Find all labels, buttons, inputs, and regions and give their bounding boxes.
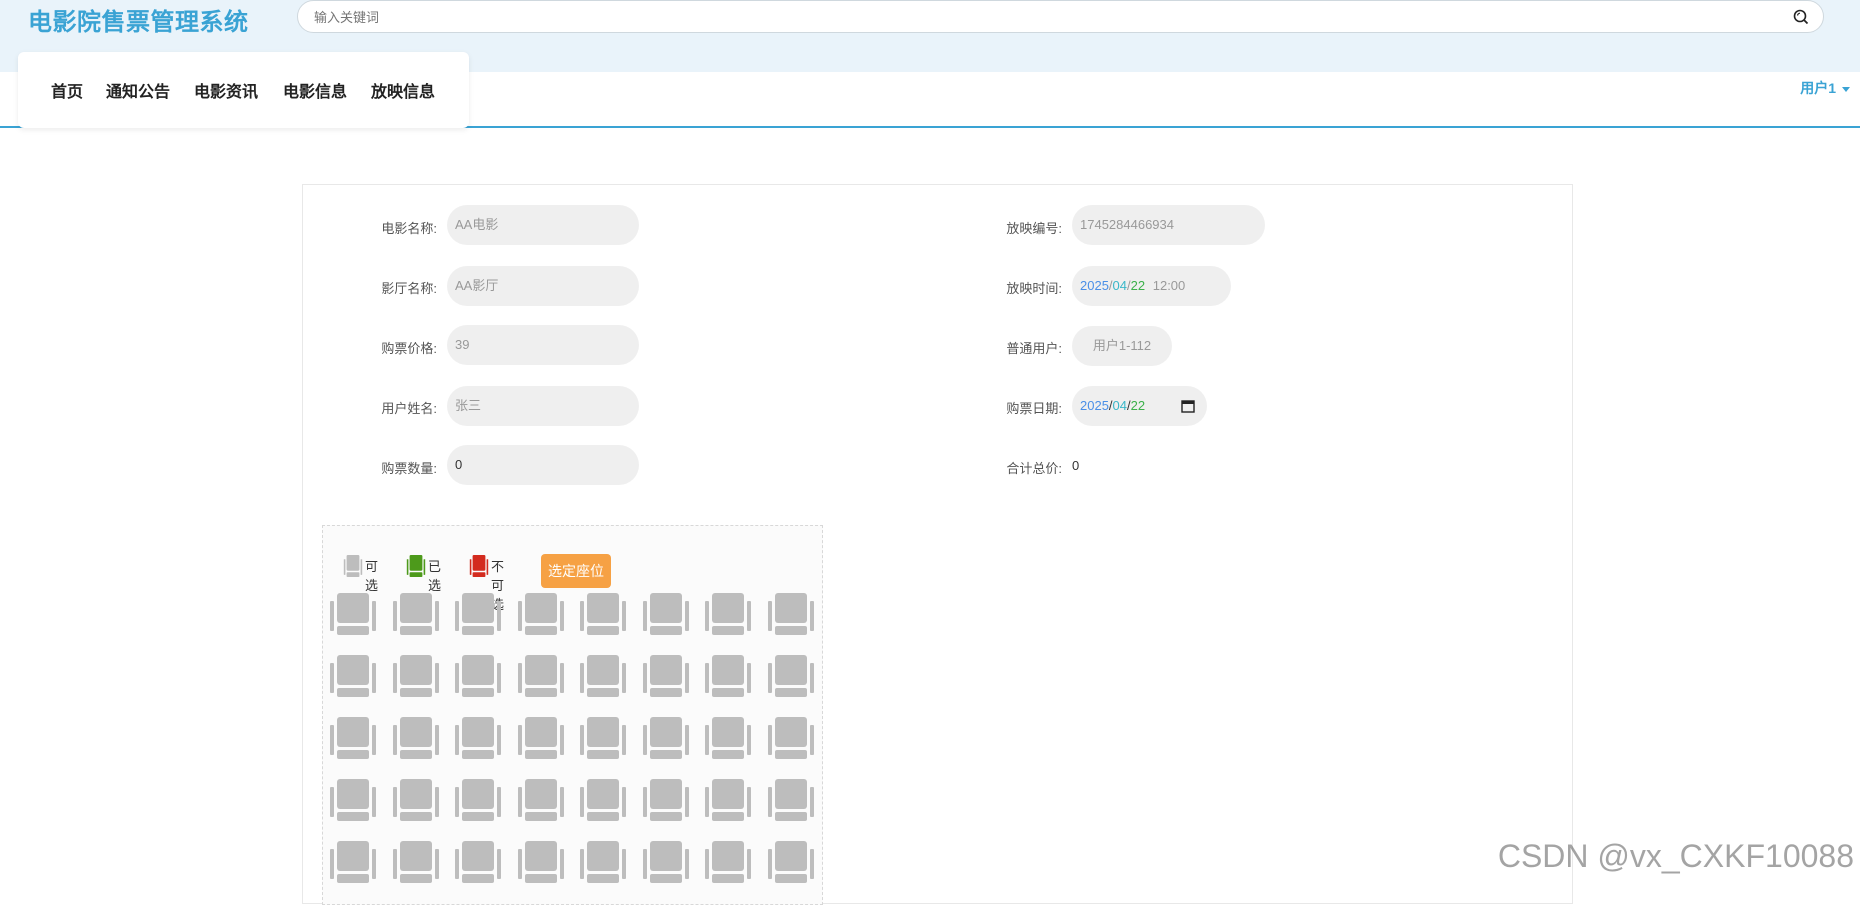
label-quantity: 购票数量: [381,461,437,476]
seat-2-1[interactable] [328,653,378,699]
seat-3-2[interactable] [391,715,441,761]
legend-available-label: 可选 [365,559,379,593]
label-screening-time: 放映时间: [1006,281,1062,296]
nav-bar [0,52,1860,128]
seat-2-6[interactable] [641,653,691,699]
label-screening-id: 放映编号: [1006,221,1062,236]
watermark: CSDN @vx_CXKF10088 [1497,838,1854,874]
seat-1-4[interactable] [516,591,566,637]
regular-user-field[interactable]: 用户1-112 [1072,326,1172,366]
nav-item-screenings[interactable]: 放映信息 [371,78,435,102]
seat-4-1[interactable] [328,777,378,823]
search-input[interactable] [312,7,1782,27]
nav-item-movies[interactable]: 电影信息 [283,78,347,102]
calendar-icon[interactable] [1179,398,1197,415]
seat-3-1[interactable] [328,715,378,761]
seat-1-3[interactable] [453,591,503,637]
seat-unavailable-icon [469,555,489,577]
seat-5-2[interactable] [391,839,441,885]
seat-1-7[interactable] [703,591,753,637]
movie-name-field[interactable]: AA电影 [447,205,639,245]
purchase-day: 22 [1130,398,1146,413]
seat-2-8[interactable] [766,653,816,699]
screening-id-field[interactable]: 1745284466934 [1072,205,1265,245]
screening-day: 22 [1130,278,1146,293]
seat-4-8[interactable] [766,777,816,823]
hall-name-field[interactable]: AA影厅 [447,266,639,306]
purchase-year: 2025 [1080,398,1109,413]
seat-3-4[interactable] [516,715,566,761]
label-price: 购票价格: [381,341,437,356]
seat-4-4[interactable] [516,777,566,823]
chevron-down-icon [1842,86,1850,92]
seat-4-6[interactable] [641,777,691,823]
seat-2-3[interactable] [453,653,503,699]
seat-1-2[interactable] [391,591,441,637]
seat-1-5[interactable] [578,591,628,637]
seat-4-3[interactable] [453,777,503,823]
seat-4-2[interactable] [391,777,441,823]
seat-5-6[interactable] [641,839,691,885]
purchase-date-field[interactable]: 2025/04/22 [1072,386,1207,426]
label-user-name: 用户姓名: [381,401,437,416]
seat-2-4[interactable] [516,653,566,699]
seat-5-1[interactable] [328,839,378,885]
screening-time-field[interactable]: 2025/04/22 12:00 [1072,266,1231,306]
search-icon[interactable] [1791,7,1811,27]
user-menu[interactable]: 用户1 [1800,78,1850,98]
price-field[interactable]: 39 [447,325,639,365]
seat-1-8[interactable] [766,591,816,637]
quantity-field[interactable]: 0 [447,445,639,485]
nav-item-home[interactable]: 首页 [51,78,83,102]
seat-available-icon [343,555,363,577]
seat-5-4[interactable] [516,839,566,885]
legend-selected-label: 已选 [428,559,442,593]
seat-5-3[interactable] [453,839,503,885]
seat-1-6[interactable] [641,591,691,637]
seat-3-8[interactable] [766,715,816,761]
label-movie-name: 电影名称: [381,221,437,236]
seat-1-1[interactable] [328,591,378,637]
nav-item-news[interactable]: 电影资讯 [194,78,258,102]
seat-selector: 可选 已选 不可选 选定座位 [322,525,823,905]
seat-4-7[interactable] [703,777,753,823]
seat-3-5[interactable] [578,715,628,761]
site-title[interactable]: 电影院售票管理系统 [28,2,249,37]
screening-month: 04 [1112,278,1128,293]
label-hall-name: 影厅名称: [381,281,437,296]
seat-2-5[interactable] [578,653,628,699]
select-seats-button[interactable]: 选定座位 [541,554,611,588]
screening-year: 2025 [1080,278,1109,293]
user-name: 用户1 [1800,80,1836,96]
seat-2-7[interactable] [703,653,753,699]
seat-5-5[interactable] [578,839,628,885]
nav-item-notices[interactable]: 通知公告 [106,78,170,102]
purchase-month: 04 [1112,398,1128,413]
label-regular-user: 普通用户: [1006,341,1062,356]
seat-4-5[interactable] [578,777,628,823]
seat-2-2[interactable] [391,653,441,699]
label-purchase-date: 购票日期: [1006,401,1062,416]
seat-3-3[interactable] [453,715,503,761]
screening-clock-time: 12:00 [1152,278,1186,293]
seat-5-7[interactable] [703,839,753,885]
seat-3-7[interactable] [703,715,753,761]
seat-selected-icon [406,555,426,577]
search-bar[interactable] [297,0,1824,33]
seat-3-6[interactable] [641,715,691,761]
seat-5-8[interactable] [766,839,816,885]
total-price-value: 0 [1072,458,1080,473]
label-total-price: 合计总价: [1006,461,1062,476]
user-name-field[interactable]: 张三 [447,386,639,426]
